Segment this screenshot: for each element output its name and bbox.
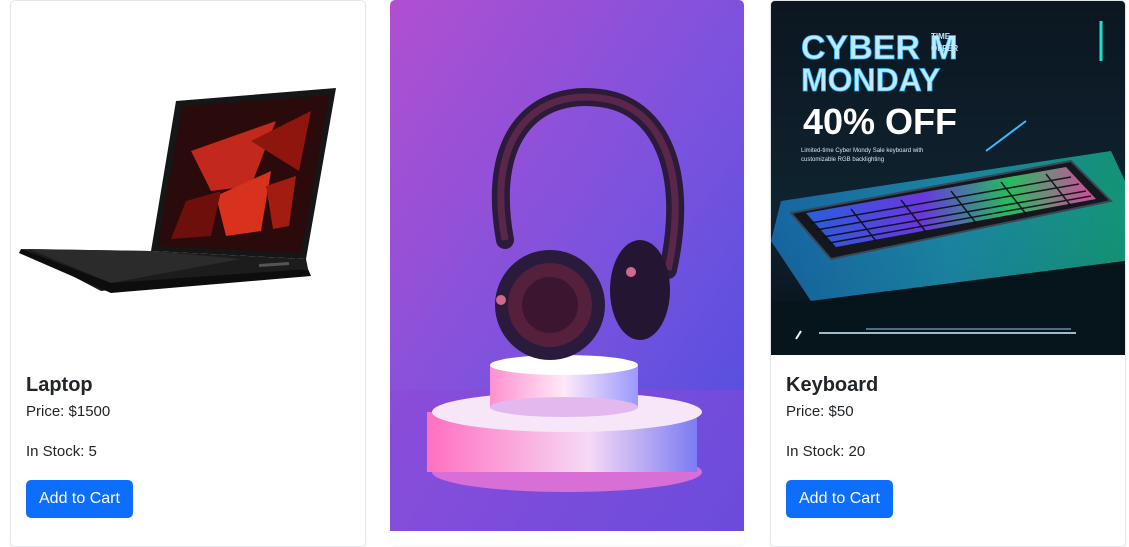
banner-line2: MONDAY xyxy=(801,62,940,98)
product-card-headphones xyxy=(390,0,744,545)
product-card-laptop: Laptop Price: $1500 In Stock: 5 Add to C… xyxy=(10,0,366,547)
banner-tag2: OFFER xyxy=(931,44,958,53)
product-title: Keyboard xyxy=(786,374,879,396)
product-grid: Laptop Price: $1500 In Stock: 5 Add to C… xyxy=(0,0,1129,547)
add-to-cart-button[interactable]: Add to Cart xyxy=(26,480,133,518)
product-price: Price: $50 xyxy=(786,403,854,420)
product-card-keyboard: CYBER M TIME OFFER MONDAY 40% OFF Limite… xyxy=(770,0,1126,547)
product-price: Price: $1500 xyxy=(26,403,111,420)
add-to-cart-button[interactable]: Add to Cart xyxy=(786,480,893,518)
laptop-image xyxy=(11,1,365,355)
banner-tag1: TIME xyxy=(931,32,951,41)
banner-line3: 40% OFF xyxy=(803,101,957,142)
headphones-image xyxy=(390,0,744,531)
product-stock: In Stock: 5 xyxy=(26,443,97,460)
product-stock: In Stock: 20 xyxy=(786,443,866,460)
product-title: Laptop xyxy=(26,374,93,396)
keyboard-banner-image: CYBER M TIME OFFER MONDAY 40% OFF Limite… xyxy=(771,1,1125,355)
card-body: Keyboard Price: $50 In Stock: 20 Add to … xyxy=(786,371,1110,518)
banner-caption2: customizable RGB backlighting xyxy=(801,157,884,163)
banner-caption1: Limited-time Cyber Mondy Sale keyboard w… xyxy=(801,148,923,154)
card-body: Laptop Price: $1500 In Stock: 5 Add to C… xyxy=(26,371,350,518)
